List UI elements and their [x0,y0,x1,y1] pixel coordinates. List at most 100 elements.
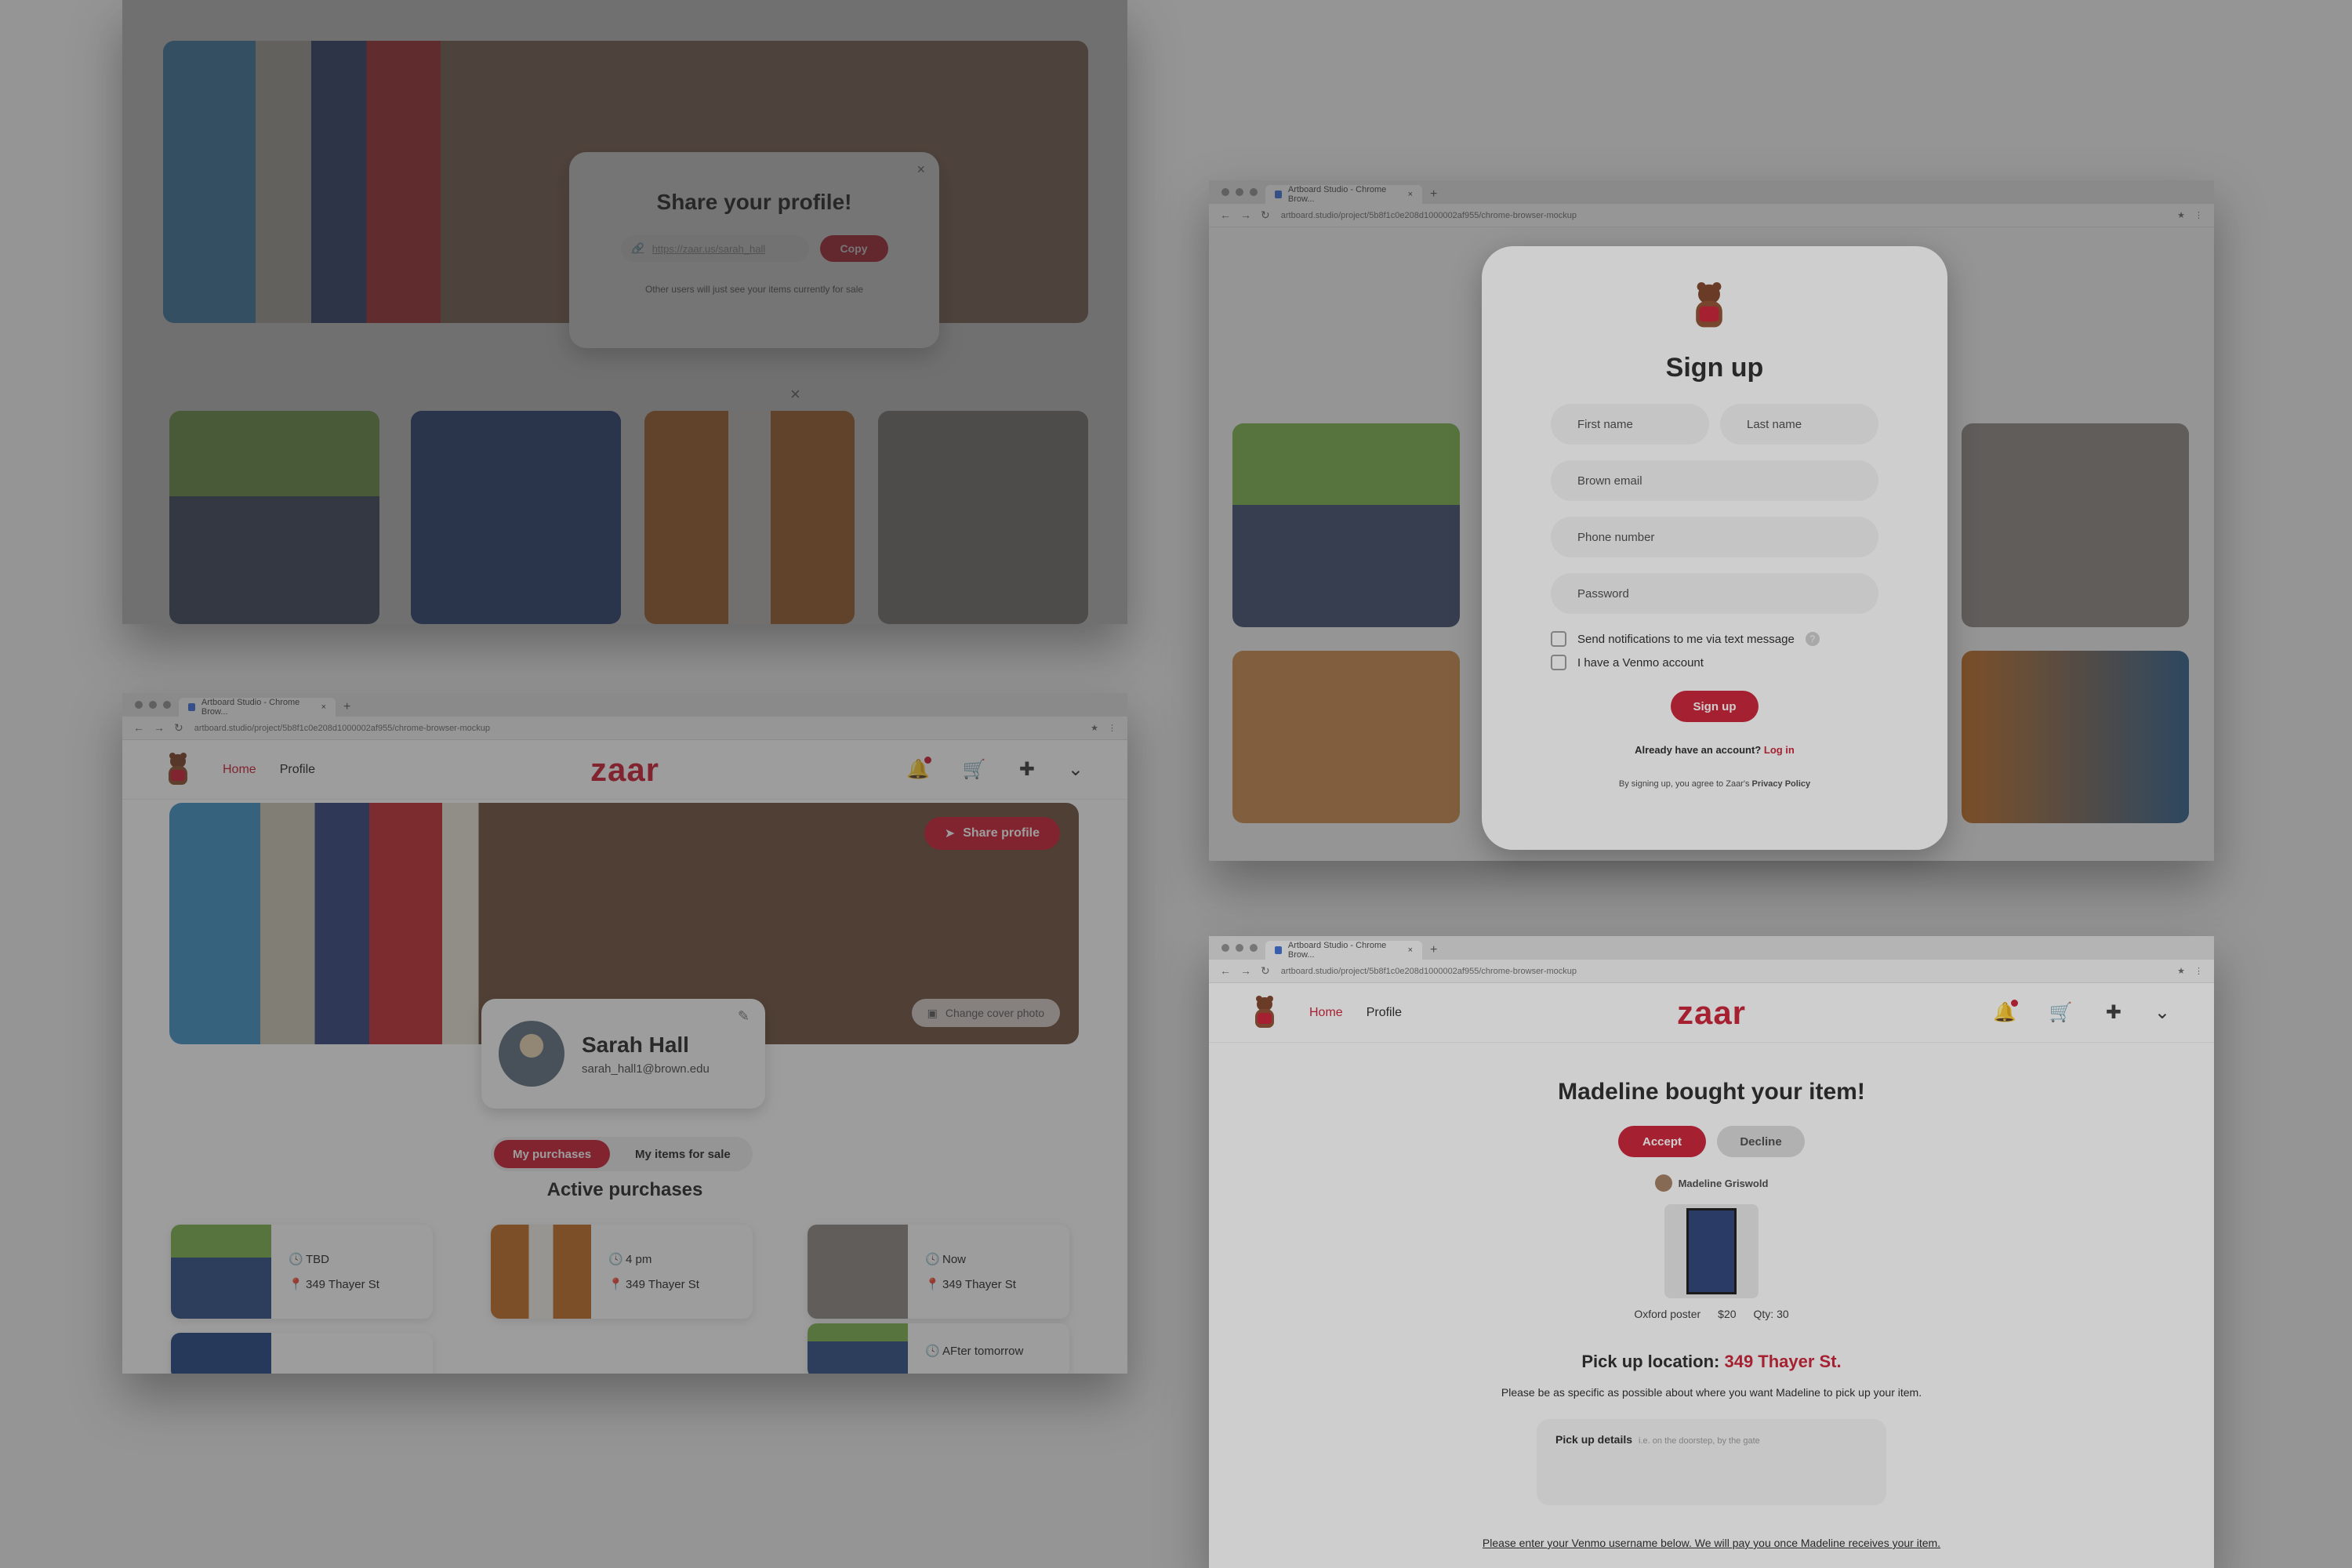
purchase-card[interactable]: 🕓 TBD 📍 349 Thayer St [171,1225,433,1319]
product-tile[interactable] [1962,423,2189,627]
purchase-card[interactable]: 🕓 4 pm 📍 349 Thayer St [491,1225,753,1319]
forward-icon[interactable]: → [1240,209,1251,222]
pickup-details-field[interactable]: Pick up details i.e. on the doorstep, by … [1537,1419,1886,1505]
browser-tab[interactable]: Artboard Studio - Chrome Brow... × [179,698,336,717]
pin-icon: 📍 [925,1278,940,1291]
first-name-field[interactable]: First name [1551,404,1709,445]
reload-icon[interactable]: ↻ [1261,209,1270,222]
avatar[interactable] [499,1021,564,1087]
address-bar: ← → ↻ artboard.studio/project/5b8f1c0e208d… [1209,960,2214,983]
purchase-thumbnail [171,1225,271,1319]
tab-title: Artboard Studio - Chrome Brow... [1287,941,1387,960]
product-tile[interactable] [411,411,621,624]
item-qty: Qty: 30 [1753,1308,1789,1320]
zaar-logo[interactable]: zaar [1677,994,1746,1032]
menu-icon[interactable]: ⋮ [2194,210,2203,220]
browser-tab[interactable]: Artboard Studio - Chrome Brow... × [1265,941,1422,960]
edit-icon[interactable]: ✎ [738,1008,750,1025]
nav-home[interactable]: Home [1309,1006,1343,1020]
item-price: $20 [1718,1308,1737,1320]
bear-logo-icon[interactable] [1253,995,1276,1029]
pickup-address: 349 Thayer St. [1724,1352,1842,1371]
purchase-card[interactable]: 🕓 Now 📍 349 Thayer St [808,1225,1069,1319]
bell-icon[interactable]: 🔔 [906,757,931,781]
purchase-card[interactable]: 🕓 AFter tomorrow [808,1323,1069,1374]
share-link-value: https://zaar.us/sarah_hall [652,242,766,255]
item-info: Oxford poster $20 Qty: 30 [1209,1308,2214,1320]
close-icon[interactable]: × [916,162,925,178]
menu-icon[interactable]: ⋮ [1108,723,1116,733]
nav-home[interactable]: Home [223,763,256,777]
phone-field[interactable]: Phone number [1551,517,1878,557]
plus-icon[interactable]: ✚ [2106,1001,2122,1024]
browser-tab-bar: Artboard Studio - Chrome Brow... × + [122,693,1127,717]
pickup-location: Pick up location: 349 Thayer St. [1209,1352,2214,1372]
back-icon[interactable]: ← [1220,209,1231,222]
close-icon[interactable]: × [790,384,800,405]
star-icon[interactable]: ★ [2177,210,2185,220]
share-note: Other users will just see your items cur… [644,284,864,295]
product-tile[interactable] [878,411,1088,624]
purchase-time: TBD [306,1253,329,1266]
product-tile[interactable] [1962,651,2189,823]
privacy-policy-link[interactable]: Privacy Policy [1752,779,1811,789]
new-tab-icon[interactable]: + [1430,941,1437,960]
product-tile[interactable] [169,411,379,624]
venmo-checkbox[interactable]: I have a Venmo account [1551,655,1878,670]
close-tab-icon[interactable]: × [321,702,326,712]
accept-button[interactable]: Accept [1618,1126,1706,1157]
forward-icon[interactable]: → [1240,964,1251,978]
last-name-field[interactable]: Last name [1720,404,1878,445]
zaar-logo[interactable]: zaar [590,751,659,789]
forward-icon[interactable]: → [154,721,165,735]
avatar[interactable] [1654,1174,1672,1192]
browser-tab[interactable]: Artboard Studio - Chrome Brow... × [1265,185,1422,204]
share-link-field[interactable]: 🔗 https://zaar.us/sarah_hall [620,235,809,262]
checkbox-icon[interactable] [1551,655,1566,670]
url-field[interactable]: artboard.studio/project/5b8f1c0e208d1000… [1281,967,2166,976]
signup-button[interactable]: Sign up [1671,691,1759,722]
tab-my-items[interactable]: My items for sale [616,1140,750,1168]
bear-logo-icon[interactable] [166,752,190,786]
help-icon[interactable]: ? [1805,632,1820,646]
bell-icon[interactable]: 🔔 [1993,1000,2018,1024]
url-field[interactable]: artboard.studio/project/5b8f1c0e208d1000… [194,724,1080,733]
chevron-down-icon[interactable]: ⌄ [2154,1001,2170,1024]
copy-button[interactable]: Copy [819,235,888,262]
cart-icon[interactable]: 🛒 [2049,1001,2073,1024]
star-icon[interactable]: ★ [1091,723,1098,733]
star-icon[interactable]: ★ [2177,966,2185,976]
details-placeholder: i.e. on the doorstep, by the gate [1639,1436,1760,1446]
notifications-checkbox[interactable]: Send notifications to me via text messag… [1551,631,1878,647]
product-tile[interactable] [1232,651,1460,823]
clock-icon: 🕓 [925,1345,940,1358]
purchase-card[interactable] [171,1333,433,1374]
nav-profile[interactable]: Profile [280,763,315,777]
decline-button[interactable]: Decline [1717,1126,1805,1157]
checkbox-icon[interactable] [1551,631,1566,647]
cart-icon[interactable]: 🛒 [963,758,986,781]
clock-icon: 🕓 [608,1253,623,1266]
notification-dot [924,757,931,764]
change-cover-button[interactable]: ▣ Change cover photo [911,999,1060,1027]
new-tab-icon[interactable]: + [1430,185,1437,204]
back-icon[interactable]: ← [133,721,144,735]
tab-my-purchases[interactable]: My purchases [494,1140,611,1168]
chevron-down-icon[interactable]: ⌄ [1068,758,1083,781]
nav-profile[interactable]: Profile [1367,1006,1402,1020]
plus-icon[interactable]: ✚ [1019,758,1035,781]
product-tile[interactable] [1232,423,1460,627]
password-field[interactable]: Password [1551,573,1878,614]
back-icon[interactable]: ← [1220,964,1231,978]
product-tile[interactable] [644,411,855,624]
url-field[interactable]: artboard.studio/project/5b8f1c0e208d1000… [1281,211,2166,220]
email-field[interactable]: Brown email [1551,460,1878,501]
reload-icon[interactable]: ↻ [174,721,183,735]
close-tab-icon[interactable]: × [1408,190,1413,199]
share-profile-button[interactable]: ➤ Share profile [924,817,1060,850]
new-tab-icon[interactable]: + [343,698,350,717]
close-tab-icon[interactable]: × [1408,946,1413,955]
reload-icon[interactable]: ↻ [1261,964,1270,978]
login-link[interactable]: Log in [1764,744,1795,756]
menu-icon[interactable]: ⋮ [2194,966,2203,976]
